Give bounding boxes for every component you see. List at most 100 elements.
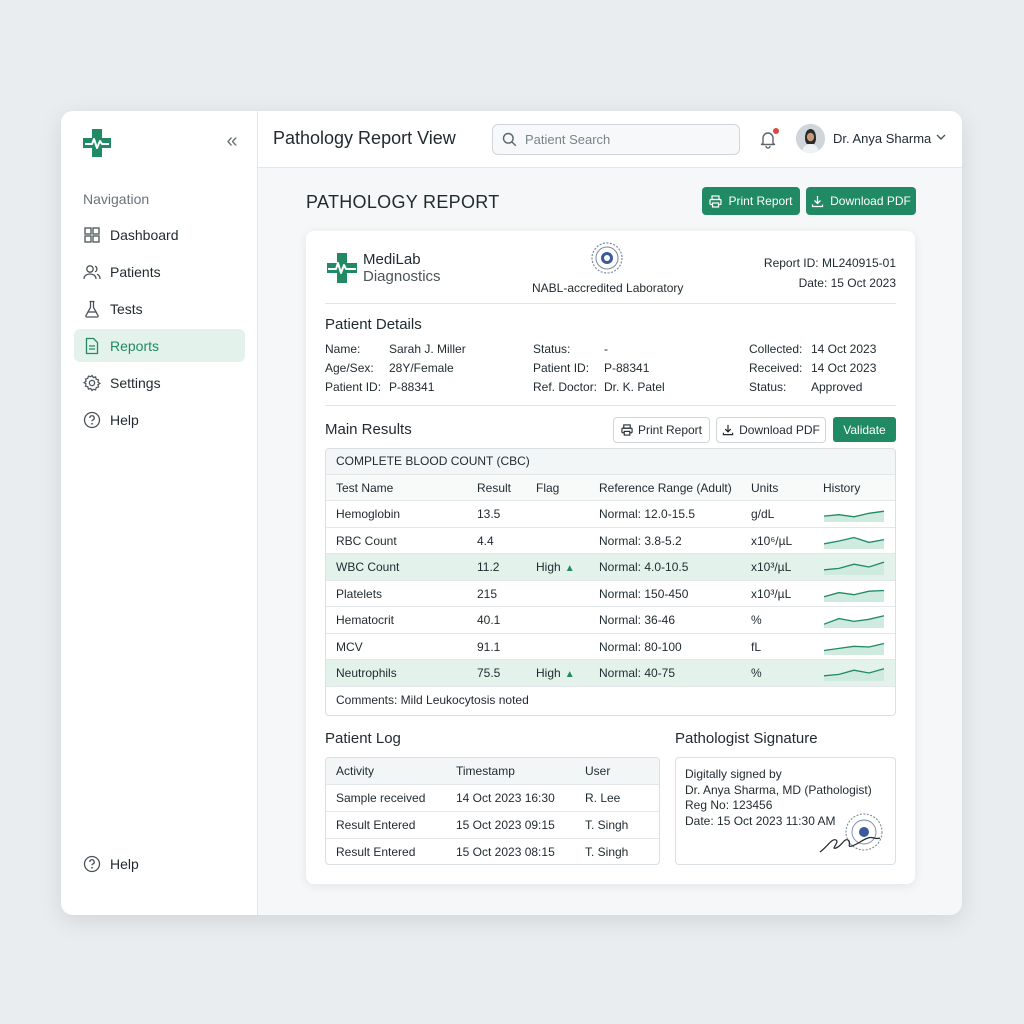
patient-details-col3: Collected: 14 Oct 2023 Received: 14 Oct 20… [749,340,876,397]
page-title: Pathology Report View [273,128,456,148]
log-col-activity: Activity [336,764,375,778]
user-name[interactable]: Dr. Anya Sharma [833,131,931,146]
avatar[interactable] [796,124,825,153]
help-icon [83,855,101,873]
reference-range: Normal: 80-100 [599,639,682,654]
units: fL [751,639,762,654]
download-pdf-button[interactable]: Download PDF [806,187,916,215]
sidebar-item-label: Dashboard [110,226,179,243]
field-label: Status: [749,380,787,394]
col-header-range: Reference Range (Adult) [599,481,732,495]
table-panel-header: COMPLETE BLOOD COUNT (CBC) [326,449,895,474]
app-window: « Navigation Dashboard Patients Tests Re… [61,111,962,915]
sidebar-footer-help[interactable]: Help [74,847,245,880]
results-download-button[interactable]: Download PDF [716,417,826,443]
history-sparkline [823,510,885,522]
table-row: MCV 91.1 Normal: 80-100 fL [326,632,895,660]
table-row: Neutrophils 75.5 Normal: 40-75% High ▲ [326,659,895,686]
table-row: Hemoglobin 13.5 Normal: 12.0-15.5 g/dL [326,500,895,527]
history-sparkline [823,615,885,628]
report-status: Approved [811,380,863,394]
patient-details-title: Patient Details [325,316,422,333]
field-label: Patient ID: [325,380,382,394]
patient-search-box[interactable] [492,124,740,155]
log-col-user: User [585,764,611,778]
collected-date: 14 Oct 2023 [811,342,877,356]
field-label: Name: [325,342,361,356]
help-icon [83,411,101,429]
collapse-sidebar-icon[interactable]: « [221,130,243,152]
patient-status: - [604,342,608,356]
log-timestamp: 14 Oct 2023 16:30 [456,791,555,805]
sidebar-item-patients[interactable]: Patients [74,255,245,288]
table-row: Result Entered 15 Oct 2023 08:15 T. Sing… [326,838,659,864]
sparkline-area [824,590,884,602]
panel-title: COMPLETE BLOOD COUNT (CBC) [336,454,530,468]
signature-stamp-icon [819,813,883,853]
reference-range: Normal: 36-46 [599,613,676,627]
field-label: Received: [749,361,803,375]
flask-icon [83,300,101,318]
notification-bell-icon[interactable] [758,128,780,150]
validate-label: Validate [843,422,886,437]
patient-age-sex: 28Y/Female [389,361,454,375]
sidebar-item-dashboard[interactable]: Dashboard [74,218,245,251]
download-icon [811,195,824,208]
accreditation-text: NABL-accredited Laboratory [532,281,684,295]
patient-id: P-88341 [389,380,435,394]
sidebar-item-label: Tests [110,300,143,317]
patient-name: Sarah J. Miller [389,342,466,356]
result-value: 4.4 [477,533,494,548]
sidebar-item-label: Patients [110,263,161,280]
result-value: 40.1 [477,613,501,627]
field-label: Patient ID: [533,361,590,375]
reference-range: Normal: 150-450 [599,586,689,601]
sidebar-item-settings[interactable]: Settings [74,366,245,399]
col-header-test: Test Name [336,481,394,495]
gear-icon [83,374,101,392]
table-row: Sample received 14 Oct 2023 16:30 R. Lee [326,784,659,812]
col-header-units: Units [751,481,779,495]
document-icon [83,337,101,355]
table-row: Platelets 215 Normal: 150-450 x10³/µL [326,579,895,607]
medical-cross-logo-icon [83,129,111,157]
sidebar-item-help[interactable]: Help [74,403,245,436]
top-bar: Pathology Report View Dr. Anya Sharma [258,111,962,168]
lab-name-line2: Diagnostics [363,268,441,285]
flag-badge: High ▲ [536,554,575,580]
report-heading: PATHOLOGY REPORT [306,192,500,212]
units: g/dL [751,507,775,521]
validate-button[interactable]: Validate [833,417,896,442]
grid-icon [83,226,101,244]
results-download-label: Download PDF [739,423,820,437]
units: x10³/µL [751,586,792,601]
sidebar-item-label: Settings [110,374,161,391]
units: % [751,613,762,627]
reference-range: Normal: 4.0-10.5 [599,560,689,574]
lab-name: MediLab Diagnostics [363,251,441,285]
result-value: 75.5 [477,666,501,680]
report-id: Report ID: ML240915-01 [763,256,896,270]
test-name: Hemoglobin [336,507,401,521]
up-triangle-icon: ▲ [564,563,575,574]
lab-name-line1: MediLab [363,251,421,268]
sidebar-item-reports[interactable]: Reports [74,329,245,362]
field-label: Ref. Doctor: [533,380,598,394]
chevron-down-icon[interactable] [934,130,948,144]
units: x10⁶/µL [751,533,793,548]
users-icon [83,263,101,281]
results-print-label: Print Report [637,423,703,437]
result-value: 215 [477,586,498,601]
history-sparkline [823,561,885,575]
print-report-button[interactable]: Print Report [702,187,800,215]
results-print-button[interactable]: Print Report [613,417,710,443]
log-header-row: Activity Timestamp User [326,758,659,784]
patient-search-input[interactable] [523,131,727,148]
report-date: Date: 15 Oct 2023 [798,276,896,290]
divider [325,303,896,304]
col-header-flag: Flag [536,481,560,495]
table-row: Hematocrit 40.1 Normal: 36-46% [326,606,895,633]
test-name: Neutrophils [336,666,397,680]
sidebar-item-tests[interactable]: Tests [74,292,245,325]
divider [325,405,896,406]
